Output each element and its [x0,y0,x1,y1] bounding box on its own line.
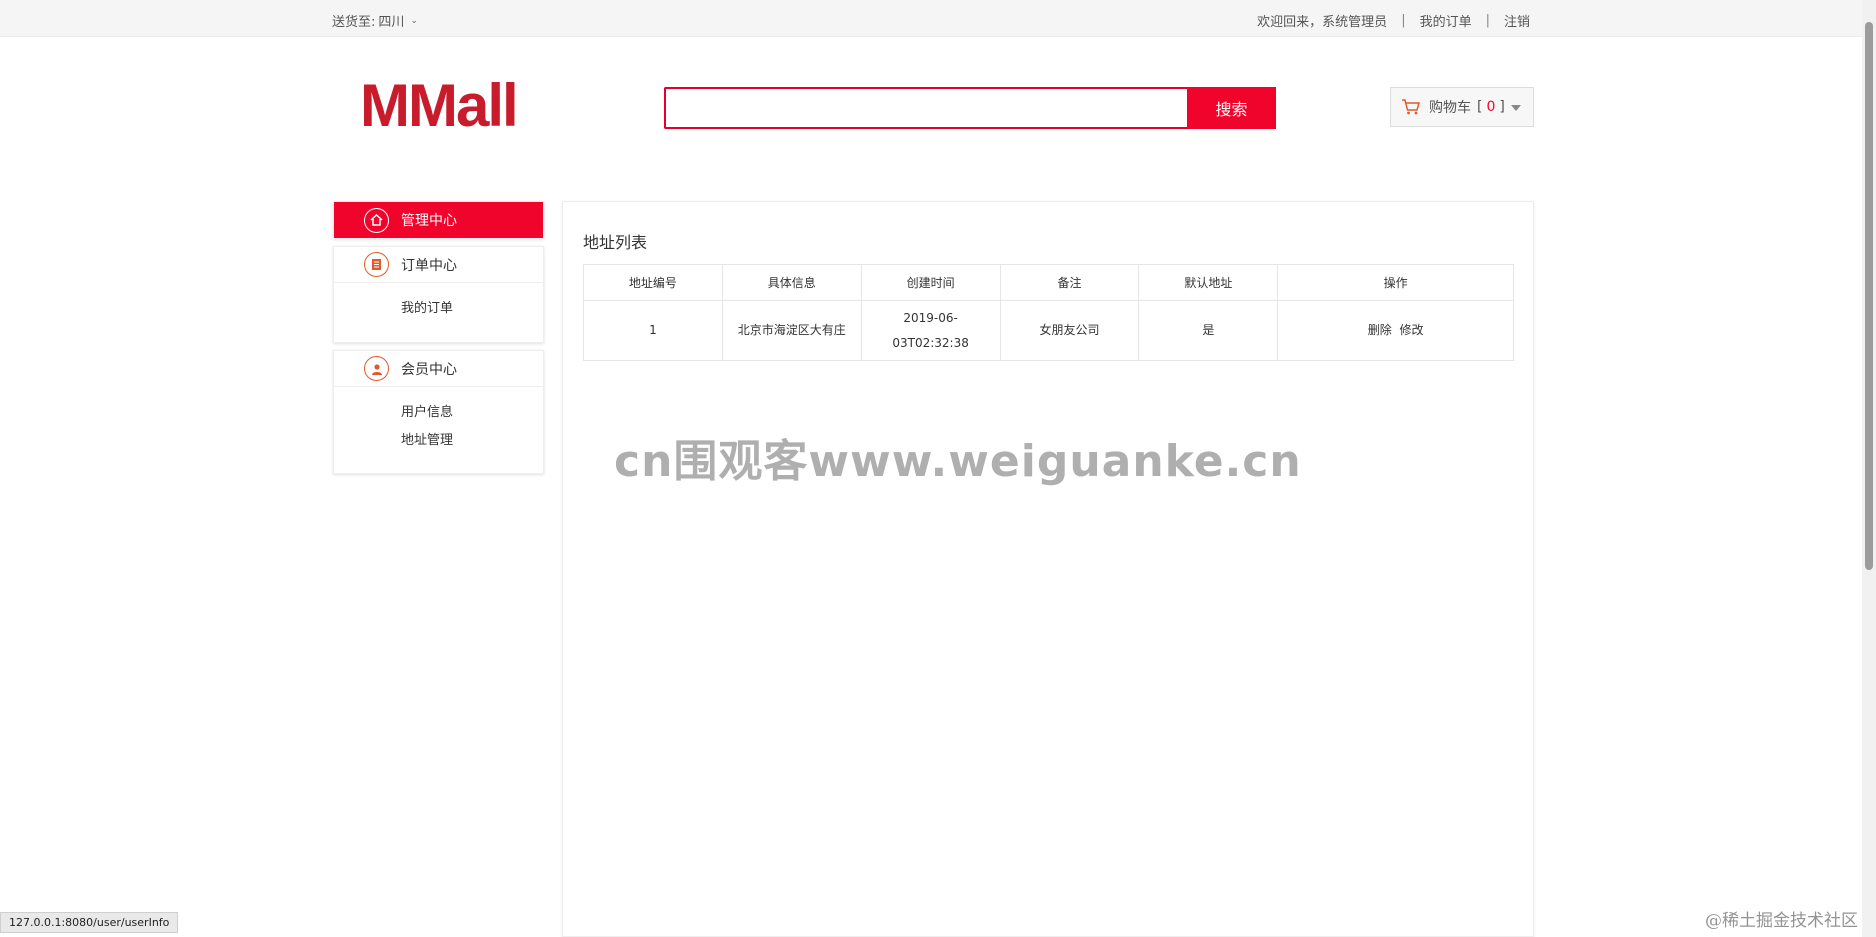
column-header-created: 创建时间 [860,264,1001,301]
sidebar-item-member-center[interactable]: 会员中心 [334,351,543,387]
deliver-label: 送货至: [332,15,376,30]
scrollbar-thumb[interactable] [1865,22,1873,570]
site-logo[interactable]: MMall [360,73,519,139]
sidebar-order-card: 订单中心 我的订单 [333,246,544,343]
column-header-detail: 具体信息 [721,264,862,301]
cart-icon [1402,99,1420,115]
welcome-text: 欢迎回来，系统管理员 [1257,15,1388,30]
column-header-actions: 操作 [1277,264,1514,301]
cell-created: 2019-06- 03T02:32:38 [860,300,1001,361]
page-scrollbar[interactable] [1862,0,1876,937]
sidebar-item-user-info[interactable]: 用户信息 [401,399,543,427]
column-header-id: 地址编号 [583,264,723,301]
chevron-down-icon[interactable]: ⌄ [410,16,418,26]
sidebar-item-address-manage[interactable]: 地址管理 [401,427,543,455]
column-header-remark: 备注 [999,264,1140,301]
top-bar: 送货至: 四川 ⌄ 欢迎回来，系统管理员 | 我的订单 | 注销 [0,0,1876,37]
deliver-location[interactable]: 送货至: 四川 ⌄ [332,11,418,30]
sidebar-item-my-orders[interactable]: 我的订单 [401,295,543,323]
column-header-default: 默认地址 [1138,264,1279,301]
page-title: 地址列表 [583,233,648,252]
cart-button[interactable]: 购物车 [ 0 ] [1390,87,1534,127]
delete-link[interactable]: 删除 [1368,323,1392,337]
sidebar-item-label: 会员中心 [401,361,457,378]
edit-link[interactable]: 修改 [1400,323,1424,337]
member-submenu: 用户信息 地址管理 [334,387,543,473]
sidebar-item-label: 订单中心 [401,257,457,274]
sidebar-manage-card: 管理中心 [333,201,544,239]
created-time: 03T02:32:38 [892,335,969,350]
cell-default: 是 [1138,300,1279,361]
table-header-row: 地址编号 具体信息 创建时间 备注 默认地址 操作 [583,264,1514,301]
home-icon [364,207,389,233]
credit-watermark: @稀土掘金技术社区 [1705,911,1858,931]
logout-link[interactable]: 注销 [1504,11,1530,30]
separator: | [1485,13,1490,28]
user-icon [364,356,389,381]
document-icon [364,252,389,277]
sidebar-item-label: 管理中心 [401,213,457,229]
cart-bracket-open: [ [1477,99,1483,115]
sidebar-member-card: 会员中心 用户信息 地址管理 [333,350,544,474]
caret-down-icon [1511,105,1521,111]
cart-bracket-close: ] [1499,99,1505,115]
cell-remark: 女朋友公司 [999,300,1140,361]
my-orders-link[interactable]: 我的订单 [1420,11,1472,30]
search-bar: 搜索 [664,87,1276,129]
deliver-value[interactable]: 四川 [378,11,404,30]
top-links: 欢迎回来，系统管理员 | 我的订单 | 注销 [1257,11,1530,30]
cart-count: 0 [1486,99,1496,115]
address-panel: 地址列表 地址编号 具体信息 创建时间 备注 默认地址 操作 1 北京市海淀区大… [562,201,1534,937]
created-date: 2019-06- [903,310,958,325]
search-button[interactable]: 搜索 [1187,87,1276,129]
sidebar-item-order-center[interactable]: 订单中心 [334,247,543,283]
separator: | [1401,13,1406,28]
cell-actions: 删除 修改 [1277,300,1514,361]
address-table: 地址编号 具体信息 创建时间 备注 默认地址 操作 1 北京市海淀区大有庄 20… [583,264,1514,361]
sidebar-item-manage-center[interactable]: 管理中心 [334,202,543,238]
cell-id: 1 [583,300,723,361]
order-submenu: 我的订单 [334,283,543,342]
table-row: 1 北京市海淀区大有庄 2019-06- 03T02:32:38 女朋友公司 是… [583,300,1514,361]
cart-label: 购物车 [1429,100,1471,116]
search-input[interactable] [664,87,1187,129]
browser-status-bar: 127.0.0.1:8080/user/userInfo [0,912,179,933]
watermark-text: cn围观客www.weiguanke.cn [614,436,1302,487]
cell-detail: 北京市海淀区大有庄 [721,300,862,361]
